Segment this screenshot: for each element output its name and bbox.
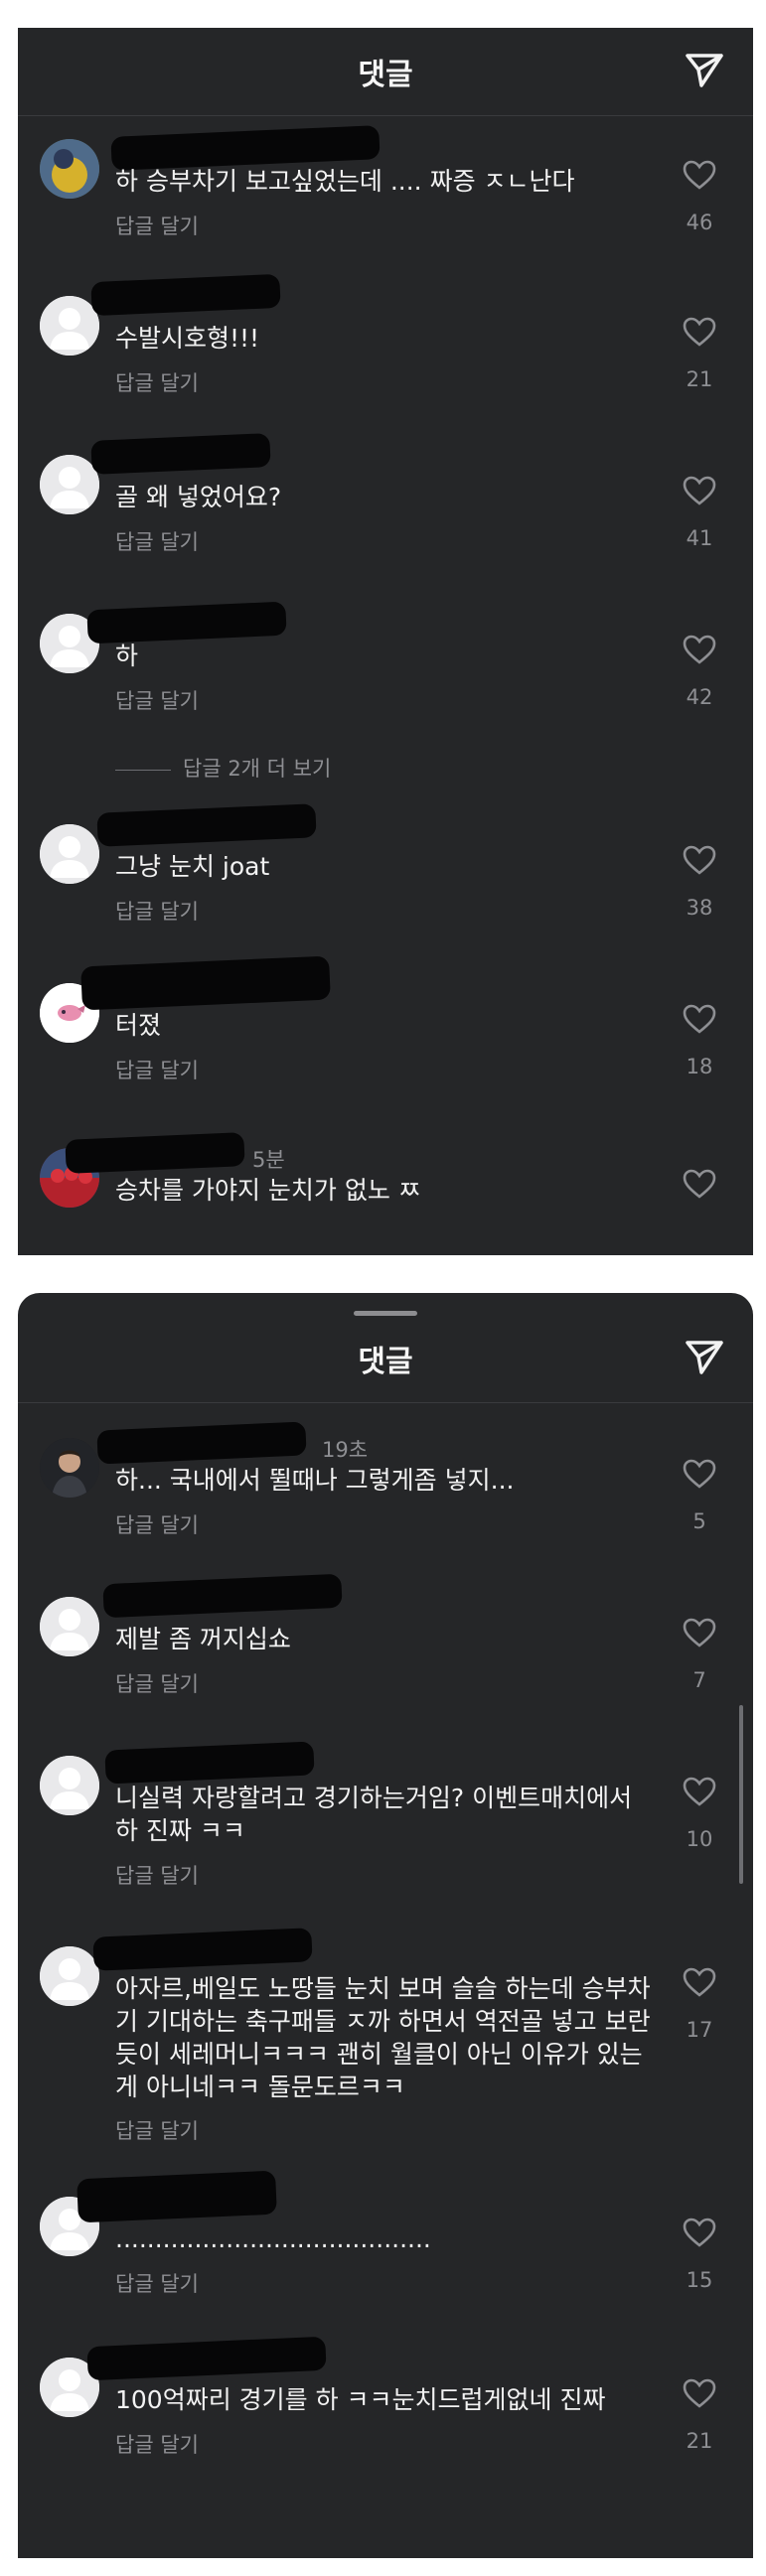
redacted-username <box>96 1421 307 1465</box>
view-more-replies-button[interactable]: 답글 2개 더 보기 <box>115 753 331 783</box>
comment-text: 골 왜 넣었어요? <box>115 483 282 511</box>
comment-text: 터졌 <box>115 1011 162 1040</box>
comment-timestamp: 19초 <box>322 1438 369 1462</box>
avatar[interactable] <box>40 296 99 356</box>
reply-button[interactable]: 답글 달기 <box>115 1860 199 1890</box>
divider-line <box>115 769 171 771</box>
like-count: 7 <box>692 1668 706 1692</box>
heart-outline-icon[interactable] <box>682 1458 717 1490</box>
like-count: 15 <box>686 2268 713 2292</box>
comments-header: 댓글 <box>18 28 753 116</box>
comment-text: 수발시호형!!! <box>115 324 260 353</box>
header-title: 댓글 <box>358 58 413 92</box>
comment-text: 아자르,베일도 노땅들 눈치 보며 슬슬 하는데 승부차기 기대하는 축구패들 … <box>115 1974 651 2101</box>
comment-text: 니실력 자랑할려고 경기하는거임? 이벤트매치에서 하 진짜 ㅋㅋ <box>115 1784 633 1845</box>
user-silhouette-icon <box>40 296 99 356</box>
comment-text: 하... 국내에서 뛸때나 그렇게좀 넣지... <box>115 1466 515 1495</box>
reply-button[interactable]: 답글 달기 <box>115 1668 199 1698</box>
avatar[interactable] <box>40 1597 99 1656</box>
view-more-replies-label: 답글 2개 더 보기 <box>183 757 332 781</box>
reply-button[interactable]: 답글 달기 <box>115 211 199 240</box>
heart-outline-icon[interactable] <box>682 1776 717 1807</box>
like-count: 21 <box>686 367 713 391</box>
user-silhouette-icon <box>40 824 99 884</box>
heart-outline-icon[interactable] <box>682 475 717 506</box>
heart-outline-icon[interactable] <box>682 844 717 876</box>
redacted-username <box>90 433 271 475</box>
like-count: 21 <box>686 2429 713 2453</box>
heart-outline-icon[interactable] <box>682 1168 717 1200</box>
header-title: 댓글 <box>358 1345 413 1379</box>
heart-outline-icon[interactable] <box>682 2377 717 2409</box>
reply-button[interactable]: 답글 달기 <box>115 2429 199 2459</box>
redacted-username <box>80 955 331 1011</box>
heart-outline-icon[interactable] <box>682 2217 717 2248</box>
like-count: 41 <box>686 526 713 550</box>
redacted-username <box>65 1132 245 1174</box>
reply-button[interactable]: 답글 달기 <box>115 685 199 715</box>
like-count: 42 <box>686 685 713 709</box>
heart-outline-icon[interactable] <box>682 634 717 665</box>
send-icon[interactable] <box>682 48 727 93</box>
redacted-username <box>86 2336 327 2381</box>
redacted-username <box>104 1741 315 1785</box>
avatar[interactable] <box>40 1438 99 1498</box>
avatar[interactable] <box>40 1756 99 1815</box>
redacted-username <box>86 601 287 644</box>
reply-button[interactable]: 답글 달기 <box>115 896 199 926</box>
user-silhouette-icon <box>40 455 99 514</box>
comments-header: 댓글 <box>18 1315 753 1403</box>
avatar[interactable] <box>40 455 99 514</box>
user-silhouette-icon <box>40 1946 99 2006</box>
redacted-username <box>102 1573 343 1619</box>
comment-text: 그냥 눈치 joat <box>115 852 270 881</box>
comment-text: 승차를 가야지 눈치가 없노 ㅉ <box>115 1176 421 1205</box>
comment-text: 하 <box>115 642 139 670</box>
heart-outline-icon[interactable] <box>682 1966 717 1998</box>
comment-text: 제발 좀 꺼지십쇼 <box>115 1625 291 1653</box>
reply-button[interactable]: 답글 달기 <box>115 526 199 556</box>
comments-sheet-2: 댓글 19초 하... 국내에서 뛸때나 그렇게좀 넣지... 답글 달기 5 … <box>18 1293 753 2558</box>
reply-button[interactable]: 답글 달기 <box>115 2115 199 2145</box>
reply-button[interactable]: 답글 달기 <box>115 2268 199 2298</box>
redacted-username <box>96 803 317 847</box>
comment-text: 하 승부차기 보고싶었는데 .... 짜증 ㅈㄴ난다 <box>115 167 575 196</box>
like-count: 5 <box>692 1509 706 1533</box>
avatar[interactable] <box>40 139 99 199</box>
reply-button[interactable]: 답글 달기 <box>115 367 199 397</box>
avatar[interactable] <box>40 1946 99 2006</box>
like-count: 46 <box>686 211 713 234</box>
like-count: 17 <box>686 2018 713 2042</box>
avatar[interactable] <box>40 824 99 884</box>
redacted-username <box>110 125 381 171</box>
comment-text: ........................................ <box>115 2224 431 2253</box>
like-count: 10 <box>686 1827 713 1851</box>
user-silhouette-icon <box>40 1756 99 1815</box>
heart-outline-icon[interactable] <box>682 1003 717 1035</box>
heart-outline-icon[interactable] <box>682 159 717 191</box>
scrollbar[interactable] <box>739 1705 743 1884</box>
user-silhouette-icon <box>40 1597 99 1656</box>
comment-text: 100억짜리 경기를 하 ㅋㅋ눈치드럽게없네 진짜 <box>115 2385 606 2414</box>
comments-sheet-1: 댓글 하 승부차기 보고싶었는데 .... 짜증 ㅈㄴ난다 답글 달기 46 수… <box>18 28 753 1255</box>
reply-button[interactable]: 답글 달기 <box>115 1055 199 1084</box>
heart-outline-icon[interactable] <box>682 316 717 348</box>
redacted-username <box>77 2170 277 2223</box>
reply-button[interactable]: 답글 달기 <box>115 1509 199 1539</box>
comment-timestamp: 5분 <box>252 1148 285 1172</box>
like-count: 38 <box>686 896 713 920</box>
redacted-username <box>92 1928 313 1971</box>
heart-outline-icon[interactable] <box>682 1617 717 1648</box>
like-count: 18 <box>686 1055 713 1078</box>
send-icon[interactable] <box>682 1335 727 1380</box>
redacted-username <box>90 273 281 317</box>
